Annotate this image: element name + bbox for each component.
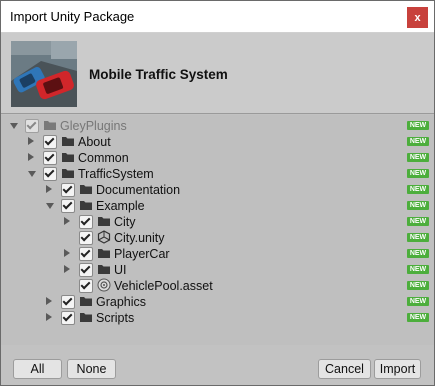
- folder-icon: [43, 118, 57, 132]
- tree-row[interactable]: City NEW: [1, 214, 434, 230]
- tree-item-label: Common: [78, 151, 129, 165]
- new-badge: NEW: [407, 137, 429, 146]
- item-checkbox[interactable]: [43, 167, 57, 181]
- tree-row[interactable]: Common NEW: [1, 150, 434, 166]
- folder-icon: [97, 246, 111, 260]
- tree-item-label: TrafficSystem: [78, 167, 154, 181]
- window-title: Import Unity Package: [10, 9, 135, 24]
- chevron-right-icon[interactable]: [64, 249, 70, 257]
- folder-icon: [97, 262, 111, 276]
- tree-row[interactable]: Example NEW: [1, 198, 434, 214]
- item-checkbox[interactable]: [79, 231, 93, 245]
- package-header: Mobile Traffic System: [1, 33, 434, 114]
- new-badge: NEW: [407, 185, 429, 194]
- item-checkbox[interactable]: [79, 279, 93, 293]
- unity-scene-icon: [97, 230, 111, 244]
- chevron-right-icon[interactable]: [46, 297, 52, 305]
- folder-icon: [61, 134, 75, 148]
- folder-icon: [79, 198, 93, 212]
- item-checkbox[interactable]: [79, 215, 93, 229]
- import-dialog: Import Unity Package x Mobile Traffic Sy…: [0, 0, 435, 386]
- new-badge: NEW: [407, 249, 429, 258]
- chevron-right-icon[interactable]: [64, 217, 70, 225]
- new-badge: NEW: [407, 297, 429, 306]
- tree-item-label: City.unity: [114, 231, 165, 245]
- chevron-right-icon[interactable]: [28, 153, 34, 161]
- new-badge: NEW: [407, 313, 429, 322]
- tree-item-label: About: [78, 135, 111, 149]
- item-checkbox[interactable]: [79, 263, 93, 277]
- scriptable-asset-icon: [97, 278, 111, 292]
- tree-row[interactable]: GleyPlugins NEW: [1, 118, 434, 134]
- tree-item-label: Documentation: [96, 183, 181, 197]
- new-badge: NEW: [407, 153, 429, 162]
- close-button[interactable]: x: [407, 7, 428, 28]
- title-bar[interactable]: Import Unity Package x: [1, 1, 434, 33]
- tree-item-label: PlayerCar: [114, 247, 170, 261]
- chevron-right-icon[interactable]: [46, 185, 52, 193]
- package-tree: GleyPlugins NEW About NEW Common NEW TrafficSy…: [1, 115, 434, 345]
- item-checkbox[interactable]: [61, 199, 75, 213]
- item-checkbox[interactable]: [61, 295, 75, 309]
- tree-item-label: GleyPlugins: [60, 119, 127, 133]
- item-checkbox[interactable]: [43, 151, 57, 165]
- chevron-right-icon[interactable]: [64, 265, 70, 273]
- tree-item-label: Example: [96, 199, 145, 213]
- select-none-button[interactable]: None: [67, 359, 116, 379]
- folder-icon: [79, 310, 93, 324]
- new-badge: NEW: [407, 265, 429, 274]
- package-thumbnail-icon: [11, 41, 77, 107]
- tree-item-label: Graphics: [96, 295, 147, 309]
- package-name: Mobile Traffic System: [89, 67, 228, 82]
- new-badge: NEW: [407, 217, 429, 226]
- tree-row[interactable]: Graphics NEW: [1, 294, 434, 310]
- folder-icon: [97, 214, 111, 228]
- item-checkbox[interactable]: [61, 311, 75, 325]
- new-badge: NEW: [407, 169, 429, 178]
- close-icon: x: [414, 11, 421, 24]
- chevron-down-icon[interactable]: [10, 123, 18, 129]
- tree-row[interactable]: About NEW: [1, 134, 434, 150]
- chevron-right-icon[interactable]: [28, 137, 34, 145]
- tree-row[interactable]: Documentation NEW: [1, 182, 434, 198]
- select-all-button[interactable]: All: [13, 359, 62, 379]
- new-badge: NEW: [407, 233, 429, 242]
- chevron-down-icon[interactable]: [28, 171, 36, 177]
- tree-item-label: UI: [114, 263, 127, 277]
- tree-row[interactable]: VehiclePool.asset NEW: [1, 278, 434, 294]
- import-button[interactable]: Import: [374, 359, 421, 379]
- tree-item-label: VehiclePool.asset: [114, 279, 213, 293]
- new-badge: NEW: [407, 201, 429, 210]
- folder-icon: [79, 182, 93, 196]
- new-badge: NEW: [407, 121, 429, 130]
- item-checkbox[interactable]: [79, 247, 93, 261]
- new-badge: NEW: [407, 281, 429, 290]
- tree-row[interactable]: TrafficSystem NEW: [1, 166, 434, 182]
- tree-row[interactable]: City.unity NEW: [1, 230, 434, 246]
- tree-item-label: Scripts: [96, 311, 135, 325]
- chevron-right-icon[interactable]: [46, 313, 52, 321]
- item-checkbox[interactable]: [25, 119, 39, 133]
- cancel-button[interactable]: Cancel: [318, 359, 371, 379]
- folder-icon: [61, 150, 75, 164]
- tree-row[interactable]: Scripts NEW: [1, 310, 434, 326]
- tree-item-label: City: [114, 215, 136, 229]
- folder-icon: [61, 166, 75, 180]
- folder-icon: [79, 294, 93, 308]
- chevron-down-icon[interactable]: [46, 203, 54, 209]
- dialog-footer: All None Cancel Import: [1, 346, 434, 385]
- tree-row[interactable]: PlayerCar NEW: [1, 246, 434, 262]
- tree-row[interactable]: UI NEW: [1, 262, 434, 278]
- item-checkbox[interactable]: [61, 183, 75, 197]
- item-checkbox[interactable]: [43, 135, 57, 149]
